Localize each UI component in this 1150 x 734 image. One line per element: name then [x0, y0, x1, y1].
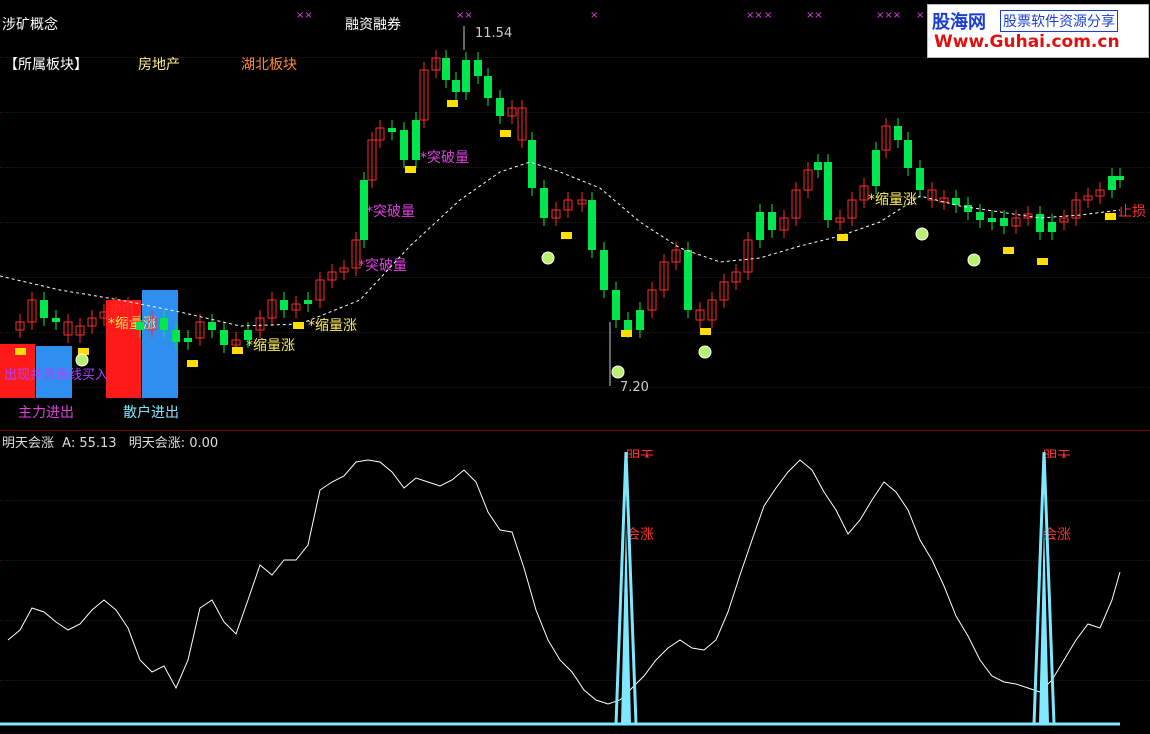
candle-down: [474, 60, 482, 76]
volume-marker: [500, 130, 511, 137]
apple-icon: [611, 365, 625, 379]
candle-down: [1000, 218, 1008, 226]
candle-down: [872, 150, 880, 186]
candle-down: [624, 320, 632, 330]
apple-icon: [75, 353, 89, 367]
candle-down: [208, 322, 216, 330]
candle-down: [484, 76, 492, 98]
candle-down: [160, 318, 168, 330]
volume-marker: [187, 360, 198, 367]
candle-down: [824, 162, 832, 220]
candle-down: [916, 168, 924, 190]
candle-down: [540, 188, 548, 218]
candle-down: [612, 290, 620, 320]
apple-icon: [541, 251, 555, 265]
apple-icon: [915, 227, 929, 241]
candle-down: [1036, 214, 1044, 232]
candle-down: [442, 58, 450, 80]
candle-down: [588, 200, 596, 250]
candle-down: [40, 300, 48, 318]
kline-chart[interactable]: [0, 0, 1150, 734]
apple-icon: [698, 345, 712, 359]
volume-marker: [232, 347, 243, 354]
candle-down: [1108, 176, 1116, 190]
candle-down: [388, 128, 396, 132]
candle-down: [452, 80, 460, 92]
candle-down: [304, 300, 312, 304]
candle-down: [988, 218, 996, 222]
candle-down: [136, 322, 144, 330]
candle-down: [462, 60, 470, 92]
volume-marker: [1037, 258, 1048, 265]
volume-marker: [621, 330, 632, 337]
candle-down: [684, 250, 692, 310]
volume-marker: [561, 232, 572, 239]
candle-down: [1048, 222, 1056, 232]
volume-marker: [1105, 213, 1116, 220]
candle-down: [496, 98, 504, 116]
candle-down: [528, 140, 536, 188]
moving-average-line: [0, 161, 1121, 327]
candle-down: [904, 140, 912, 168]
volume-marker: [405, 166, 416, 173]
candle-down: [756, 212, 764, 240]
candle-down: [360, 180, 368, 240]
candle-down: [412, 120, 420, 160]
volume-marker: [700, 328, 711, 335]
candle-down: [400, 130, 408, 160]
candle-down: [964, 205, 972, 212]
candle-down: [600, 250, 608, 290]
candle-down: [1116, 176, 1124, 180]
candle-down: [814, 162, 822, 170]
volume-marker: [1003, 247, 1014, 254]
candle-down: [172, 330, 180, 342]
candle-down: [894, 126, 902, 140]
volume-marker: [293, 322, 304, 329]
candle-down: [244, 330, 252, 340]
volume-marker: [15, 348, 26, 355]
volume-marker: [447, 100, 458, 107]
apple-icon: [967, 253, 981, 267]
indicator-a-line: [7, 459, 1121, 705]
candle-down: [52, 318, 60, 322]
candle-down: [220, 330, 228, 345]
candle-down: [280, 300, 288, 310]
volume-marker: [837, 234, 848, 241]
candle-down: [184, 338, 192, 342]
candle-down: [636, 310, 644, 330]
candle-down: [976, 212, 984, 220]
candle-down: [768, 212, 776, 230]
